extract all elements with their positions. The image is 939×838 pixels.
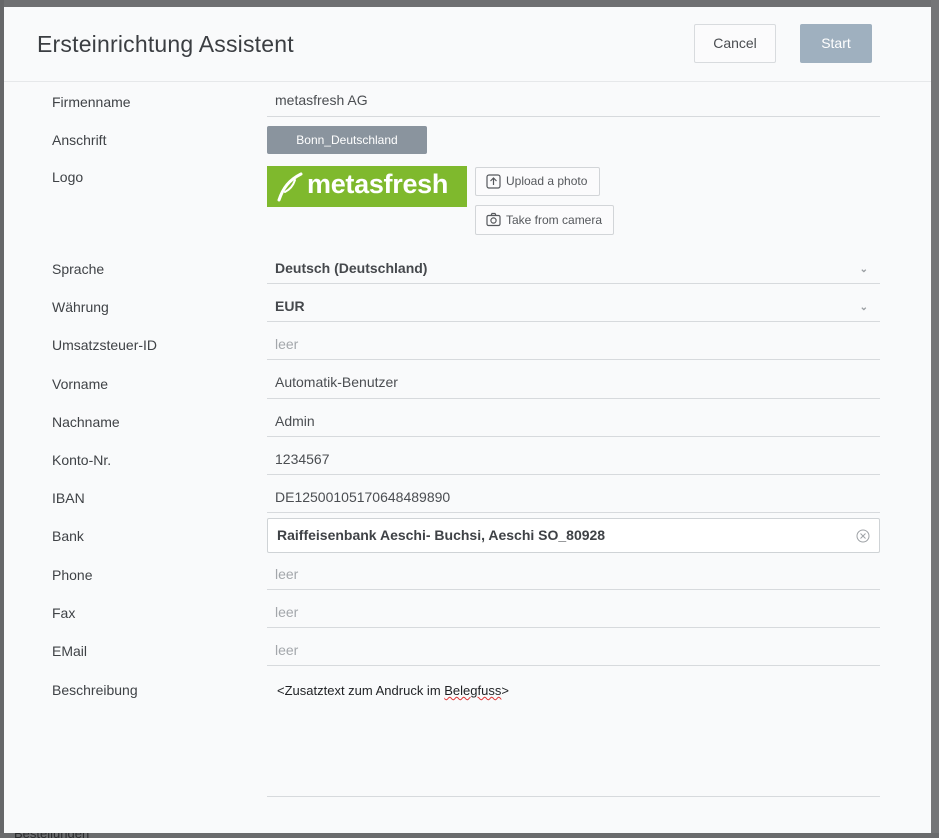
upload-photo-label: Upload a photo (506, 174, 588, 188)
take-from-camera-button[interactable]: Take from camera (475, 205, 614, 235)
waehrung-value: EUR (275, 298, 305, 314)
bank-value: Raiffeisenbank Aeschi- Buchsi, Aeschi SO… (277, 527, 606, 543)
ust-id-field[interactable]: leer (267, 336, 880, 360)
waehrung-select[interactable]: EUR ⌄ (267, 298, 880, 322)
iban-field[interactable]: DE12500105170648489890 (267, 489, 880, 513)
anschrift-label: Anschrift (52, 132, 107, 148)
vorname-label: Vorname (52, 376, 109, 392)
camera-icon (486, 212, 501, 227)
firmenname-field[interactable]: metasfresh AG (267, 92, 880, 117)
logo-brand-text: metasfresh (307, 169, 449, 199)
iban-label: IBAN (52, 490, 85, 506)
beschreibung-text-suffix: > (501, 683, 509, 698)
backdrop (0, 0, 939, 7)
beschreibung-label: Beschreibung (52, 682, 138, 698)
email-field[interactable]: leer (267, 642, 880, 666)
logo-label: Logo (52, 169, 84, 185)
email-label: EMail (52, 643, 88, 659)
phone-field[interactable]: leer (267, 566, 880, 590)
phone-label: Phone (52, 567, 93, 583)
konto-label: Konto-Nr. (52, 452, 112, 468)
take-from-camera-label: Take from camera (506, 213, 603, 227)
nachname-label: Nachname (52, 414, 120, 430)
dialog-title: Ersteinrichtung Assistent (37, 31, 294, 57)
nachname-field[interactable]: Admin (267, 413, 880, 437)
cancel-button[interactable]: Cancel (694, 24, 776, 63)
beschreibung-textarea[interactable]: <Zusatztext zum Andruck im Belegfuss> (267, 679, 880, 797)
fax-label: Fax (52, 605, 76, 621)
upload-photo-button[interactable]: Upload a photo (475, 167, 600, 196)
chevron-down-icon: ⌄ (859, 264, 868, 275)
company-logo: metasfresh (267, 166, 467, 207)
beschreibung-text: <Zusatztext zum Andruck im Belegfuss> (277, 683, 509, 698)
setup-wizard-dialog: Ersteinrichtung Assistent Cancel Start F… (4, 7, 931, 833)
leaf-icon (277, 172, 303, 202)
backdrop-bottom-edge (0, 833, 939, 838)
upload-icon (486, 174, 501, 189)
start-button[interactable]: Start (800, 24, 872, 63)
bank-lookup-field[interactable]: Raiffeisenbank Aeschi- Buchsi, Aeschi SO… (267, 518, 880, 553)
konto-field[interactable]: 1234567 (267, 451, 880, 475)
fax-field[interactable]: leer (267, 604, 880, 628)
dialog-header: Ersteinrichtung Assistent Cancel Start (4, 7, 931, 82)
bank-label: Bank (52, 528, 84, 544)
waehrung-label: Währung (52, 299, 109, 315)
address-button[interactable]: Bonn_Deutschland (267, 126, 427, 154)
vorname-field[interactable]: Automatik-Benutzer (267, 374, 880, 399)
backdrop-right-edge (931, 0, 939, 838)
ust-id-label: Umsatzsteuer-ID (52, 337, 158, 353)
sprache-label: Sprache (52, 261, 105, 277)
firmenname-label: Firmenname (52, 94, 131, 110)
clear-icon[interactable] (856, 529, 870, 543)
sprache-select[interactable]: Deutsch (Deutschland) ⌄ (267, 260, 880, 284)
beschreibung-misspelled-word: Belegfuss (444, 683, 502, 698)
beschreibung-text-prefix: <Zusatztext zum Andruck im (277, 683, 445, 698)
chevron-down-icon: ⌄ (859, 302, 868, 313)
sprache-value: Deutsch (Deutschland) (275, 260, 428, 276)
